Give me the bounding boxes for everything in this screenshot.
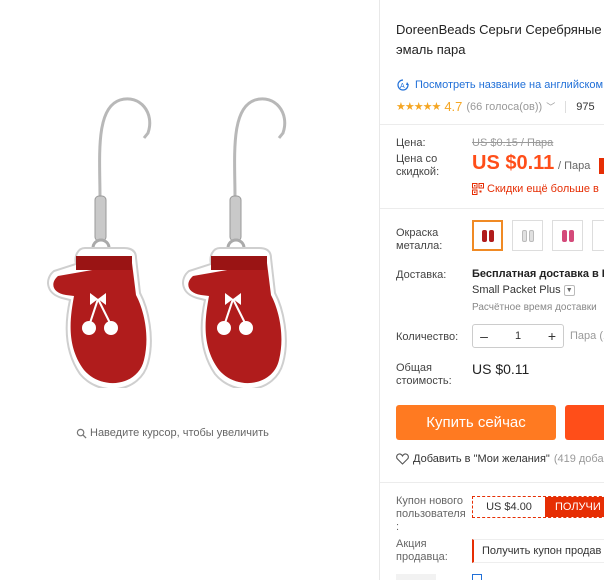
original-price: US $0.15 / Пара: [472, 137, 554, 149]
translate-title-link[interactable]: A Посмотреть название на английском: [396, 79, 603, 91]
rating-votes[interactable]: (66 голоса(ов)): [466, 101, 542, 113]
earring-image-right: [182, 97, 287, 388]
quantity-input[interactable]: 1: [515, 330, 521, 342]
buy-now-button[interactable]: Купить сейчас: [396, 405, 556, 440]
price-unit: / Пара: [558, 160, 591, 172]
get-coupon-button[interactable]: ПОЛУЧИ: [545, 497, 604, 517]
color-swatch-other[interactable]: [592, 220, 604, 251]
rating-stars-icon: ★★★★★: [396, 101, 441, 113]
shipping-label: Доставка:: [396, 269, 447, 281]
quantity-increase-button[interactable]: +: [541, 328, 563, 344]
add-to-cart-button[interactable]: [565, 405, 604, 440]
new-user-coupon-label: Купон нового пользователя :: [396, 495, 466, 533]
rating-value: 4.7: [444, 99, 463, 114]
metal-color-label: Окраска металла:: [396, 227, 443, 252]
shipping-method-text[interactable]: Small Packet Plus: [472, 284, 561, 296]
shipping-time: Расчётное время доставки: [472, 302, 597, 313]
zoom-hint-text: Наведите курсор, чтобы увеличить: [90, 427, 269, 439]
quantity-decrease-button[interactable]: –: [473, 328, 495, 344]
divider: [380, 124, 604, 125]
total-cost-label: Общая стоимость:: [396, 362, 452, 387]
earring-image-left: [47, 97, 152, 388]
chevron-down-icon[interactable]: ﹀: [546, 100, 555, 113]
translate-icon: A: [397, 79, 409, 91]
discount-price-label: Цена со скидкой:: [396, 153, 440, 178]
price-label: Цена:: [396, 137, 426, 149]
total-cost-value: US $0.11: [472, 361, 530, 377]
discount-badge: [599, 158, 604, 174]
shipping-title: Бесплатная доставка в Р: [472, 268, 604, 280]
product-image-area[interactable]: Наведите курсор, чтобы увеличить: [0, 0, 379, 470]
zoom-hint: Наведите курсор, чтобы увеличить: [76, 427, 269, 439]
shipping-method-select[interactable]: Small Packet Plus ▼: [472, 284, 575, 296]
chevron-down-icon[interactable]: ▼: [563, 284, 575, 296]
wishlist-text[interactable]: Добавить в "Мои желания": [413, 453, 550, 465]
divider: [380, 208, 604, 209]
color-swatch-multicolor[interactable]: [552, 220, 583, 251]
wishlist-count: (419 доба: [553, 453, 604, 465]
checkbox[interactable]: [472, 574, 482, 580]
earring-thumbnail-icon: [488, 229, 494, 242]
color-swatch-white[interactable]: [512, 220, 543, 251]
translate-title-text[interactable]: Посмотреть название на английском: [415, 79, 603, 91]
magnifier-icon: [76, 428, 87, 439]
seller-promo-label: Акция продавца:: [396, 538, 448, 563]
add-to-wishlist-link[interactable]: Добавить в "Мои желания" (419 доба: [396, 453, 604, 465]
divider: [380, 482, 604, 483]
rating-row[interactable]: ★★★★★ 4.7 (66 голоса(ов)) ﹀ 975: [396, 99, 595, 114]
svg-text:A: A: [400, 83, 405, 90]
seller-coupon-button[interactable]: Получить купон продав: [472, 539, 604, 563]
heart-icon: [396, 453, 409, 465]
qr-code-icon: [472, 183, 484, 195]
earring-thumbnail-icon: [561, 229, 567, 242]
orders-count: 975: [576, 100, 595, 113]
app-discount-link[interactable]: Скидки ещё больше в: [472, 183, 599, 195]
cut-off-label: [396, 574, 436, 580]
quantity-label: Количество:: [396, 331, 459, 343]
quantity-note: Пара (1: [570, 330, 604, 342]
sale-price: US $0.11: [472, 152, 555, 174]
quantity-stepper: – 1 +: [472, 324, 564, 348]
earring-thumbnail-icon: [568, 229, 574, 242]
earring-thumbnail-icon: [521, 229, 527, 242]
app-discount-text[interactable]: Скидки ещё больше в: [487, 183, 599, 195]
color-swatch-list: [472, 220, 604, 251]
earring-thumbnail-icon: [528, 229, 534, 242]
product-info-panel: DoreenBeads Серьги Серебряные Снеговик С…: [380, 0, 604, 580]
earring-thumbnail-icon: [481, 229, 487, 242]
new-user-coupon: US $4.00 ПОЛУЧИ: [472, 496, 604, 518]
coupon-amount: US $4.00: [486, 501, 532, 513]
rating-separator: [565, 100, 567, 113]
color-swatch-red[interactable]: [472, 220, 503, 251]
product-title: DoreenBeads Серьги Серебряные Снеговик С…: [396, 22, 604, 57]
